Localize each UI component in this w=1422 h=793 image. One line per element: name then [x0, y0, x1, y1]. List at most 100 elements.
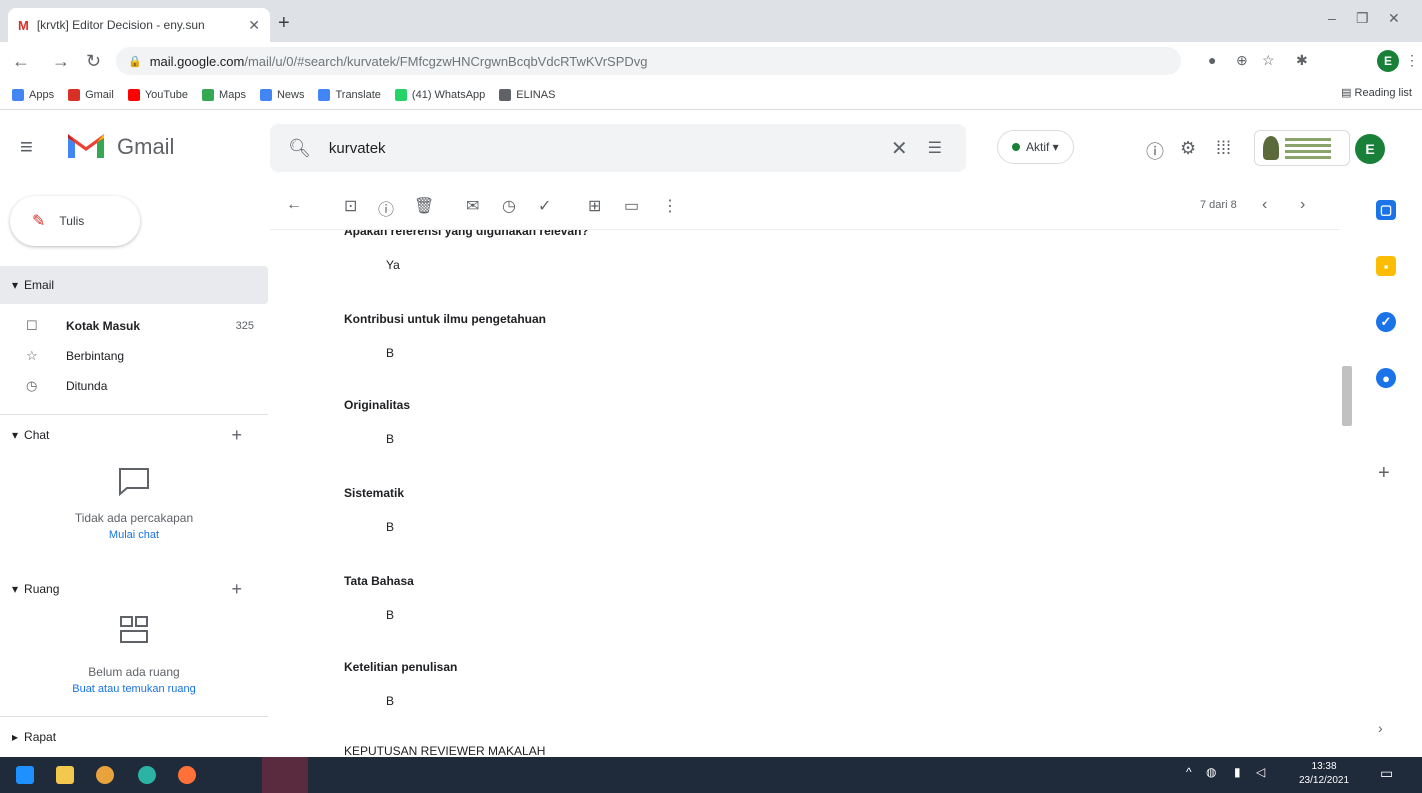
taskbar-clock[interactable]: 13:38 23/12/2021: [1299, 760, 1349, 788]
left-sidebar: ✎ Tulis ▾ Email ☐ Kotak Masuk 325 ☆ Berb…: [0, 184, 270, 757]
expand-panel-icon[interactable]: ›: [1378, 720, 1383, 736]
sidebar-item-inbox[interactable]: ☐ Kotak Masuk 325: [0, 310, 268, 342]
reload-icon[interactable]: ↻: [86, 51, 101, 72]
add-room-icon[interactable]: +: [231, 579, 242, 600]
inbox-icon: ☐: [26, 318, 38, 333]
bookmark-favicon-icon: [68, 88, 81, 101]
answer-value: B: [386, 346, 395, 360]
section-rapat-label: Rapat: [24, 730, 57, 744]
section-email-label: Email: [24, 278, 55, 292]
notifications-icon[interactable]: ▭: [1380, 765, 1393, 782]
back-icon[interactable]: ←: [12, 51, 30, 72]
report-spam-icon[interactable]: ⓘ: [378, 196, 394, 220]
archive-icon[interactable]: ⊡: [344, 196, 357, 216]
tasks-icon[interactable]: ✓: [1376, 312, 1396, 332]
bookmark-label: ELINAS: [516, 88, 556, 101]
close-tab-icon[interactable]: ✕: [248, 17, 260, 34]
main-menu-icon[interactable]: ≡: [20, 134, 33, 160]
bookmark-item[interactable]: News: [259, 88, 304, 101]
section-email[interactable]: ▾ Email: [0, 266, 268, 304]
section-chat[interactable]: ▾ Chat +: [0, 416, 268, 454]
tray-arrow-icon[interactable]: ^: [1186, 765, 1192, 779]
add-to-tasks-icon[interactable]: ✓: [538, 196, 551, 216]
edge-icon[interactable]: [138, 766, 156, 784]
move-to-icon[interactable]: ⊞: [588, 196, 601, 216]
status-label: Aktif ▾: [1026, 140, 1059, 154]
bookmark-item[interactable]: ELINAS: [499, 88, 556, 101]
browser-tab[interactable]: M [krvtk] Editor Decision - eny.sun ✕: [8, 8, 270, 42]
compose-button[interactable]: ✎ Tulis: [10, 196, 140, 246]
extension-icon[interactable]: ●: [1208, 52, 1216, 68]
apps-grid-icon[interactable]: ⁞⁞⁞: [1216, 138, 1231, 159]
calendar-icon[interactable]: ▢: [1376, 200, 1396, 220]
bookmark-item[interactable]: Maps: [202, 88, 246, 101]
search-icon[interactable]: 🔍︎: [288, 138, 311, 159]
url-domain: mail.google.com: [149, 53, 245, 69]
sidebar-item-starred[interactable]: ☆ Berbintang: [0, 340, 268, 372]
more-options-icon[interactable]: ⋮: [662, 196, 678, 216]
snooze-icon[interactable]: ◷: [502, 196, 516, 216]
search-input[interactable]: kurvatek: [329, 140, 891, 157]
status-dot-icon: [1012, 143, 1020, 151]
search-bar[interactable]: 🔍︎ kurvatek ✕ ☰: [270, 124, 966, 172]
message-toolbar: ← ⊡ ⓘ 🗑︎ ✉ ◷ ✓ ⊞ ▭ ⋮ 7 dari 8 ‹ ›: [270, 184, 1340, 230]
message-scrollbar[interactable]: [1340, 230, 1354, 757]
windows-start-icon[interactable]: [16, 766, 34, 784]
contacts-icon[interactable]: ●: [1376, 368, 1396, 388]
find-room-link[interactable]: Buat atau temukan ruang: [0, 683, 268, 695]
bookmark-item[interactable]: Gmail: [68, 88, 114, 101]
newer-icon[interactable]: ‹: [1262, 196, 1267, 214]
os-taskbar: ^ ◍ ▮ ◁ 13:38 23/12/2021 ▭: [0, 757, 1422, 793]
bookmark-item[interactable]: YouTube: [127, 88, 188, 101]
reading-list-button[interactable]: ▤ Reading list: [1341, 86, 1412, 99]
scrollbar-thumb[interactable]: [1342, 366, 1352, 426]
settings-gear-icon[interactable]: ⚙: [1180, 138, 1196, 159]
back-to-list-icon[interactable]: ←: [286, 196, 302, 214]
browser-menu-icon[interactable]: ⋮: [1405, 52, 1419, 69]
chrome-icon[interactable]: [96, 766, 114, 784]
url-bar[interactable]: 🔒 mail.google.com /mail/u/0/#search/kurv…: [116, 47, 1181, 75]
get-addons-icon[interactable]: +: [1378, 462, 1390, 485]
bookmark-star-icon[interactable]: ☆: [1262, 52, 1275, 69]
help-icon[interactable]: ⓘ: [1146, 138, 1164, 164]
org-logo-text-lines: [1285, 135, 1331, 162]
bookmark-item[interactable]: Translate: [318, 88, 381, 101]
start-chat-link[interactable]: Mulai chat: [0, 529, 268, 541]
forward-icon[interactable]: →: [52, 51, 70, 72]
firefox-icon[interactable]: [178, 766, 196, 784]
room-empty-state: Belum ada ruang Buat atau temukan ruang: [0, 614, 268, 695]
file-explorer-icon[interactable]: [56, 766, 74, 784]
tray-battery-icon[interactable]: ▮: [1234, 765, 1241, 779]
bookmark-item[interactable]: Apps: [12, 88, 54, 101]
new-tab-button[interactable]: +: [278, 12, 290, 35]
section-rapat[interactable]: ▸ Rapat: [0, 718, 268, 756]
organization-logo[interactable]: [1254, 130, 1350, 166]
label-icon[interactable]: ▭: [624, 196, 639, 216]
sidebar-item-snoozed[interactable]: ◷ Ditunda: [0, 370, 268, 402]
extensions-puzzle-icon[interactable]: ✱: [1296, 52, 1308, 69]
restore-button[interactable]: ❐: [1356, 10, 1369, 27]
older-icon[interactable]: ›: [1300, 196, 1305, 214]
section-ruang[interactable]: ▾ Ruang +: [0, 570, 268, 608]
account-avatar[interactable]: E: [1355, 134, 1385, 164]
add-chat-icon[interactable]: +: [231, 425, 242, 446]
close-window-button[interactable]: ✕: [1388, 10, 1400, 27]
gmail-logo-icon[interactable]: [66, 130, 106, 160]
status-selector[interactable]: Aktif ▾: [997, 130, 1074, 164]
keep-icon[interactable]: ▪: [1376, 256, 1396, 276]
bookmark-favicon-icon: [318, 88, 331, 101]
share-icon[interactable]: ⊕: [1236, 52, 1248, 69]
question-label: Kontribusi untuk ilmu pengetahuan: [344, 312, 546, 326]
minimize-button[interactable]: –: [1328, 10, 1336, 26]
clear-search-icon[interactable]: ✕: [891, 136, 908, 161]
browser-profile-avatar[interactable]: E: [1377, 50, 1399, 72]
compose-label: Tulis: [59, 214, 85, 228]
tray-network-icon[interactable]: ◍: [1206, 765, 1216, 779]
gmail-header: ≡ Gmail 🔍︎ kurvatek ✕ ☰ Aktif ▾ ⓘ ⚙ ⁞⁞⁞ …: [0, 110, 1422, 184]
tray-volume-icon[interactable]: ◁: [1256, 765, 1265, 779]
mark-unread-icon[interactable]: ✉: [466, 196, 479, 216]
active-app-icon[interactable]: [262, 757, 308, 793]
search-options-icon[interactable]: ☰: [928, 138, 942, 158]
bookmark-item[interactable]: (41) WhatsApp: [394, 88, 485, 101]
delete-icon[interactable]: 🗑︎: [414, 196, 434, 216]
